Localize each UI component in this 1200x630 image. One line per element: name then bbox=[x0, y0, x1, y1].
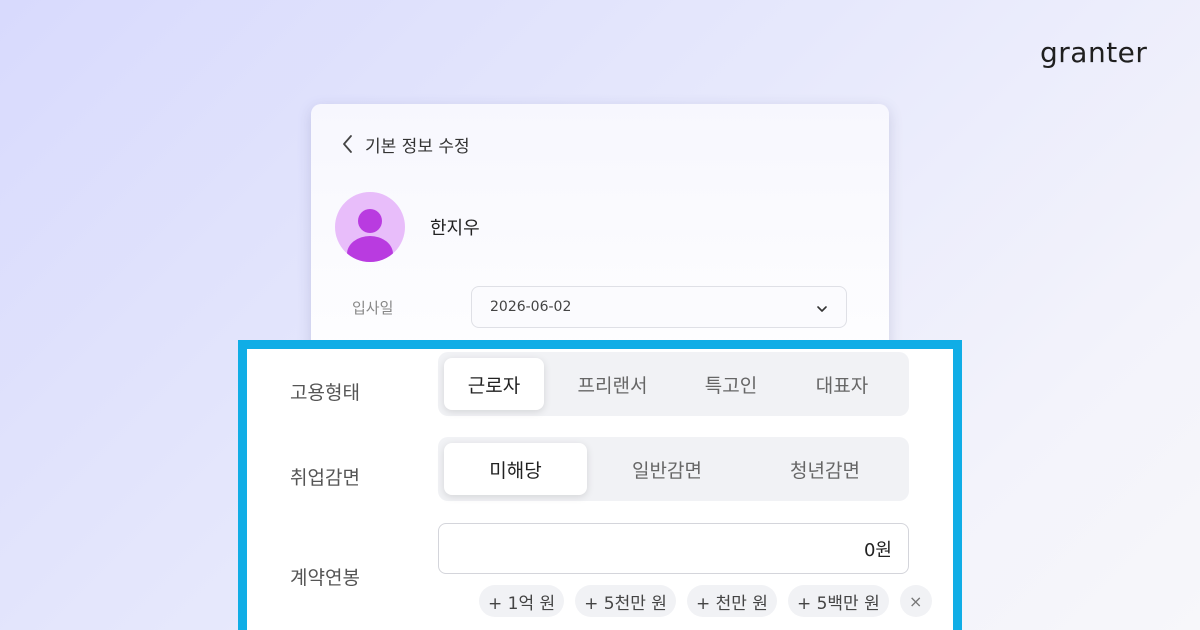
card-title: 기본 정보 수정 bbox=[365, 136, 470, 157]
add-100m-chip[interactable]: + 1억 원 bbox=[479, 585, 565, 617]
annual-salary-input[interactable]: 0원 bbox=[438, 523, 909, 574]
employment-type-option-special[interactable]: 특고인 bbox=[681, 358, 781, 410]
add-50m-chip[interactable]: + 5천만 원 bbox=[575, 585, 676, 617]
employment-type-option-ceo[interactable]: 대표자 bbox=[781, 358, 903, 410]
close-icon: × bbox=[909, 591, 923, 611]
reduction-option-general[interactable]: 일반감면 bbox=[587, 443, 747, 495]
user-icon bbox=[347, 209, 393, 262]
chevron-left-icon bbox=[341, 134, 355, 154]
annual-salary-label: 계약연봉 bbox=[290, 567, 360, 589]
employment-reduction-label: 취업감면 bbox=[290, 467, 360, 489]
hire-date-select[interactable]: 2026-06-02 bbox=[471, 286, 847, 328]
hire-date-label: 입사일 bbox=[352, 299, 394, 317]
add-5m-chip[interactable]: + 5백만 원 bbox=[787, 585, 889, 617]
chevron-down-icon bbox=[816, 298, 828, 317]
employment-type-segment: 근로자 프리랜서 특고인 대표자 bbox=[438, 352, 909, 416]
employment-form-panel: 고용형태 근로자 프리랜서 특고인 대표자 취업감면 미해당 일반감면 청년감면… bbox=[238, 340, 962, 630]
employment-type-option-freelancer[interactable]: 프리랜서 bbox=[544, 358, 681, 410]
employment-reduction-segment: 미해당 일반감면 청년감면 bbox=[438, 437, 909, 501]
employment-type-option-worker[interactable]: 근로자 bbox=[444, 358, 544, 410]
quick-add-chips: + 1억 원 + 5천만 원 + 천만 원 + 5백만 원 × bbox=[479, 585, 932, 617]
granter-logo: granter bbox=[1040, 36, 1148, 69]
hire-date-value: 2026-06-02 bbox=[490, 299, 572, 315]
reduction-option-youth[interactable]: 청년감면 bbox=[747, 443, 903, 495]
user-name: 한지우 bbox=[430, 218, 480, 239]
back-button[interactable]: 기본 정보 수정 bbox=[341, 132, 470, 157]
reduction-option-none[interactable]: 미해당 bbox=[444, 443, 587, 495]
clear-salary-button[interactable]: × bbox=[899, 585, 932, 617]
employment-type-label: 고용형태 bbox=[290, 382, 360, 404]
add-10m-chip[interactable]: + 천만 원 bbox=[686, 585, 777, 617]
avatar bbox=[335, 192, 405, 262]
